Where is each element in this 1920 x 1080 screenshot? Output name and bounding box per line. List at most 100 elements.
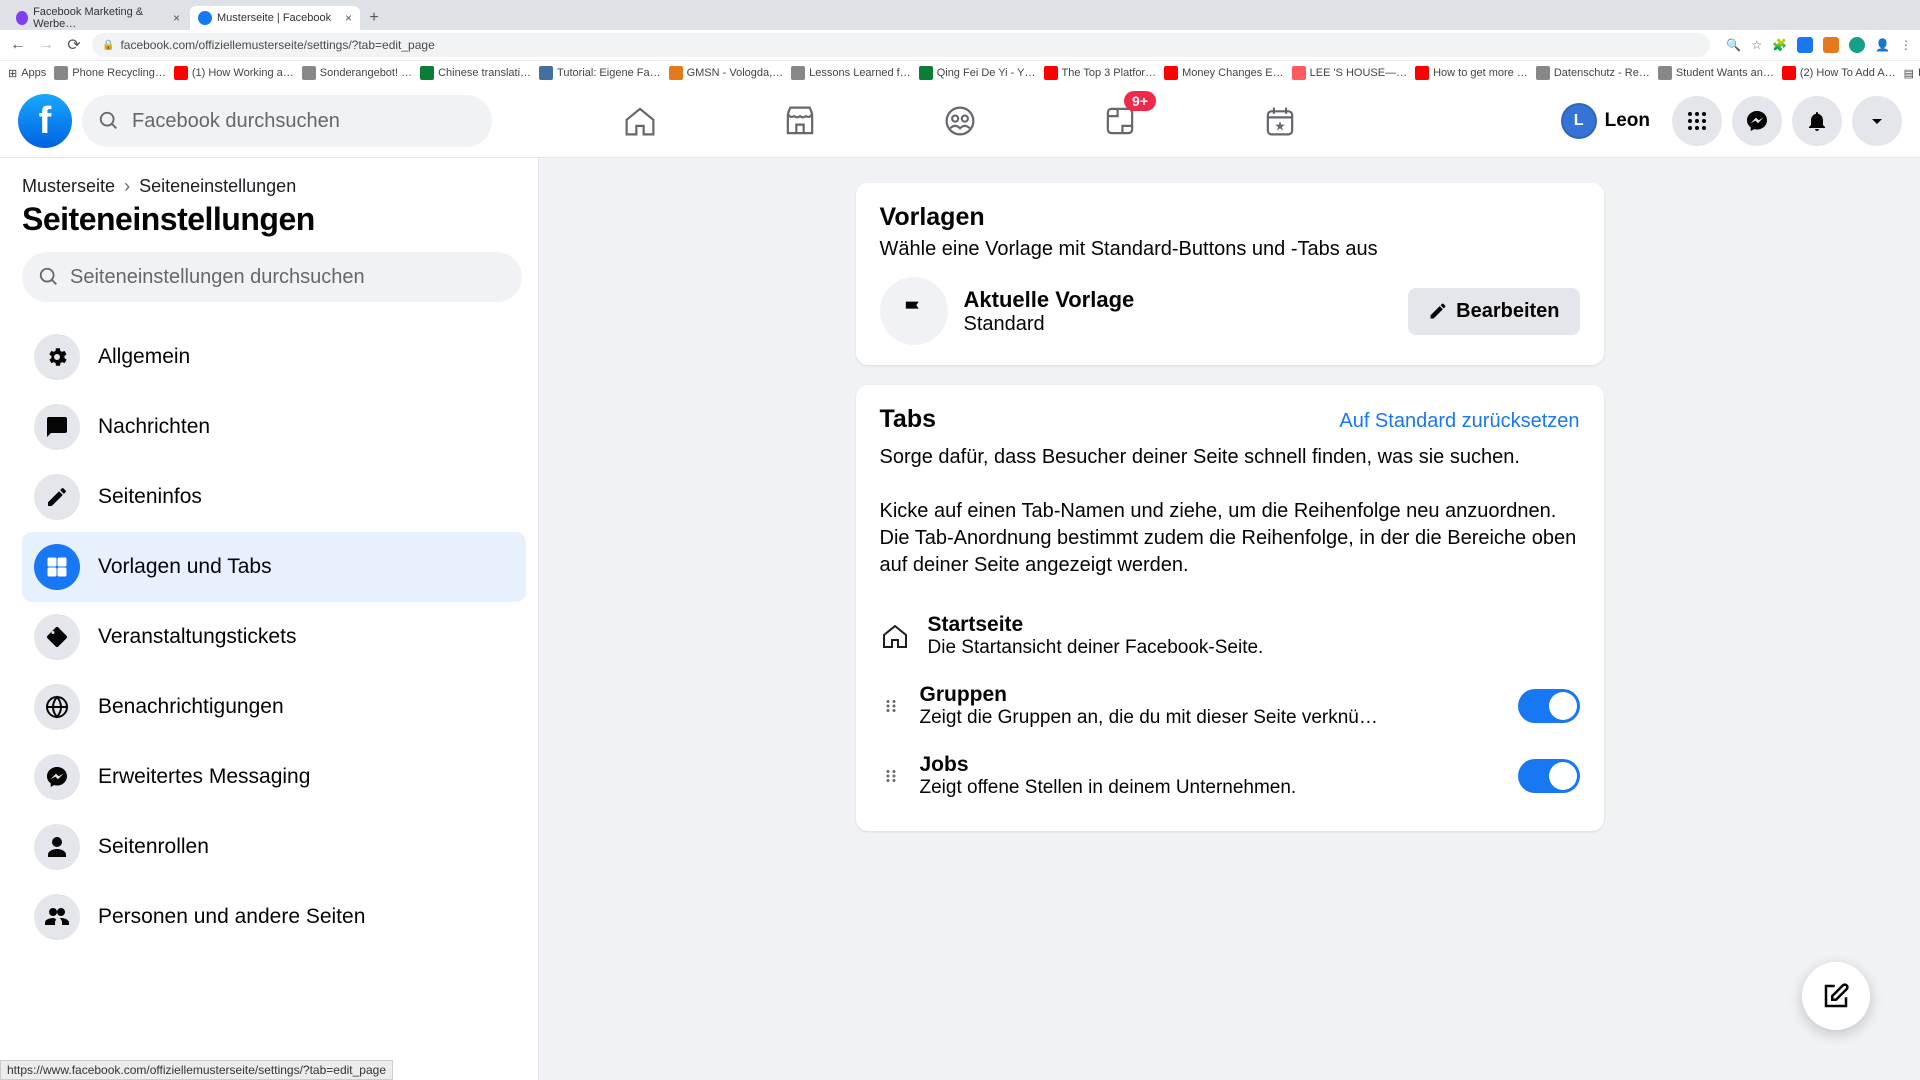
menu-button[interactable] xyxy=(1672,96,1722,146)
breadcrumb-root[interactable]: Musterseite xyxy=(22,176,115,196)
compose-fab[interactable] xyxy=(1802,962,1870,1030)
sidebar-item-templates[interactable]: Vorlagen und Tabs xyxy=(22,532,526,602)
nav-groups[interactable] xyxy=(940,101,980,141)
sidebar-item-adv-messaging[interactable]: Erweitertes Messaging xyxy=(22,742,526,812)
close-icon[interactable]: × xyxy=(173,11,180,25)
card-subtitle: Wähle eine Vorlage mit Standard-Buttons … xyxy=(880,236,1580,263)
sidebar-item-roles[interactable]: Seitenrollen xyxy=(22,812,526,882)
account-button[interactable] xyxy=(1852,96,1902,146)
menu-grid-icon xyxy=(1685,109,1709,133)
new-tab-button[interactable]: + xyxy=(362,6,386,30)
apps-button[interactable]: ⊞ Apps xyxy=(8,67,46,80)
current-template-row: Aktuelle Vorlage Standard Bearbeiten xyxy=(880,277,1580,345)
reading-list-icon: ▤ xyxy=(1904,67,1914,80)
fb-search-input[interactable]: Facebook durchsuchen xyxy=(82,95,492,147)
home-icon xyxy=(880,622,910,650)
nav-gaming[interactable]: 9+ xyxy=(1100,101,1140,141)
sidebar-item-people[interactable]: Personen und andere Seiten xyxy=(22,882,526,952)
bookmark[interactable]: Student Wants an… xyxy=(1658,66,1774,80)
tab-strip: Facebook Marketing & Werbe… × Musterseit… xyxy=(0,0,1920,30)
sidebar-item-tickets[interactable]: Veranstaltungstickets xyxy=(22,602,526,672)
reset-tabs-link[interactable]: Auf Standard zurücksetzen xyxy=(1339,410,1579,433)
current-template-label: Aktuelle Vorlage xyxy=(964,287,1135,313)
chevron-right-icon: › xyxy=(124,176,130,196)
reload-button[interactable]: ⟳ xyxy=(64,35,84,55)
messenger-button[interactable] xyxy=(1732,96,1782,146)
browser-tab[interactable]: Musterseite | Facebook × xyxy=(190,6,360,30)
menu-icon[interactable]: ⋮ xyxy=(1900,38,1912,52)
events-icon xyxy=(1263,104,1297,138)
sidebar-item-general[interactable]: Allgemein xyxy=(22,322,526,392)
tab-row-home: Startseite Die Startansicht deiner Faceb… xyxy=(880,601,1580,671)
bookmark-favicon-icon xyxy=(174,66,188,80)
edit-template-button[interactable]: Bearbeiten xyxy=(1408,288,1579,335)
browser-tab[interactable]: Facebook Marketing & Werbe… × xyxy=(8,6,188,30)
puzzle-icon[interactable]: 🧩 xyxy=(1772,38,1787,52)
bookmark[interactable]: (1) How Working a… xyxy=(174,66,294,80)
bookmark[interactable]: GMSN - Vologda,… xyxy=(669,66,784,80)
bookmark-favicon-icon xyxy=(54,66,68,80)
tab-title: Musterseite | Facebook xyxy=(217,12,331,24)
drag-handle-icon[interactable] xyxy=(880,697,902,715)
bookmark-favicon-icon xyxy=(1044,66,1058,80)
bell-icon xyxy=(1805,109,1829,133)
drag-handle-icon[interactable] xyxy=(880,767,902,785)
bookmark[interactable]: Lessons Learned f… xyxy=(791,66,911,80)
tab-row-groups[interactable]: Gruppen Zeigt die Gruppen an, die du mit… xyxy=(880,671,1580,741)
bookmark[interactable]: Chinese translati… xyxy=(420,66,531,80)
profile-chip[interactable]: L Leon xyxy=(1557,99,1662,143)
bookmark[interactable]: LEE 'S HOUSE—… xyxy=(1292,66,1407,80)
breadcrumb: Musterseite › Seiteneinstellungen xyxy=(22,176,526,197)
globe-icon xyxy=(34,684,80,730)
bookmark-favicon-icon xyxy=(1415,66,1429,80)
fb-logo-icon[interactable]: f xyxy=(18,94,72,148)
tab-name: Gruppen xyxy=(920,683,1500,707)
sidebar-item-messages[interactable]: Nachrichten xyxy=(22,392,526,462)
notifications-button[interactable] xyxy=(1792,96,1842,146)
apps-icon: ⊞ xyxy=(8,67,17,80)
forward-button[interactable]: → xyxy=(36,36,56,54)
search-icon xyxy=(98,110,120,132)
bookmark[interactable]: Money Changes E… xyxy=(1164,66,1284,80)
chat-icon xyxy=(34,404,80,450)
home-icon xyxy=(623,104,657,138)
compose-icon xyxy=(1821,981,1851,1011)
toggle-groups[interactable] xyxy=(1518,689,1580,723)
marketplace-icon xyxy=(783,104,817,138)
profile-ext-icon[interactable]: 👤 xyxy=(1875,38,1890,52)
bookmark[interactable]: How to get more … xyxy=(1415,66,1528,80)
card-title: Vorlagen xyxy=(880,203,1580,232)
reading-list-button[interactable]: ▤ Leseliste xyxy=(1904,67,1920,80)
ext-icon[interactable] xyxy=(1823,37,1839,53)
star-icon[interactable]: ☆ xyxy=(1751,38,1762,52)
ext-icon[interactable] xyxy=(1849,37,1865,53)
nav-events[interactable] xyxy=(1260,101,1300,141)
settings-sidebar: Musterseite › Seiteneinstellungen Seiten… xyxy=(0,158,539,1080)
bookmark[interactable]: Qing Fei De Yi - Y… xyxy=(919,66,1036,80)
nav-marketplace[interactable] xyxy=(780,101,820,141)
sidebar-item-notifications[interactable]: Benachrichtigungen xyxy=(22,672,526,742)
zoom-icon[interactable]: 🔍 xyxy=(1726,38,1741,52)
bookmark[interactable]: Tutorial: Eigene Fa… xyxy=(539,66,661,80)
sidebar-item-pageinfo[interactable]: Seiteninfos xyxy=(22,462,526,532)
addr-right-icons: 🔍 ☆ 🧩 👤 ⋮ xyxy=(1726,37,1912,53)
people-icon xyxy=(34,894,80,940)
bookmark[interactable]: Phone Recycling… xyxy=(54,66,166,80)
bookmark-favicon-icon xyxy=(1292,66,1306,80)
content-area: Vorlagen Wähle eine Vorlage mit Standard… xyxy=(539,158,1920,1080)
bookmark-favicon-icon xyxy=(302,66,316,80)
bookmark[interactable]: Datenschutz - Re… xyxy=(1536,66,1650,80)
fb-ext-icon[interactable] xyxy=(1797,37,1813,53)
bookmark[interactable]: Sonderangebot! … xyxy=(302,66,412,80)
url-input[interactable]: 🔒 facebook.com/offiziellemusterseite/set… xyxy=(92,33,1710,57)
settings-search-input[interactable]: Seiteneinstellungen durchsuchen xyxy=(22,252,522,302)
bookmark[interactable]: The Top 3 Platfor… xyxy=(1044,66,1157,80)
breadcrumb-current: Seiteneinstellungen xyxy=(139,176,296,196)
toggle-jobs[interactable] xyxy=(1518,759,1580,793)
close-icon[interactable]: × xyxy=(345,11,352,25)
nav-home[interactable] xyxy=(620,101,660,141)
back-button[interactable]: ← xyxy=(8,36,28,54)
current-template-value: Standard xyxy=(964,313,1135,336)
bookmark[interactable]: (2) How To Add A… xyxy=(1782,66,1896,80)
tab-row-jobs[interactable]: Jobs Zeigt offene Stellen in deinem Unte… xyxy=(880,741,1580,811)
